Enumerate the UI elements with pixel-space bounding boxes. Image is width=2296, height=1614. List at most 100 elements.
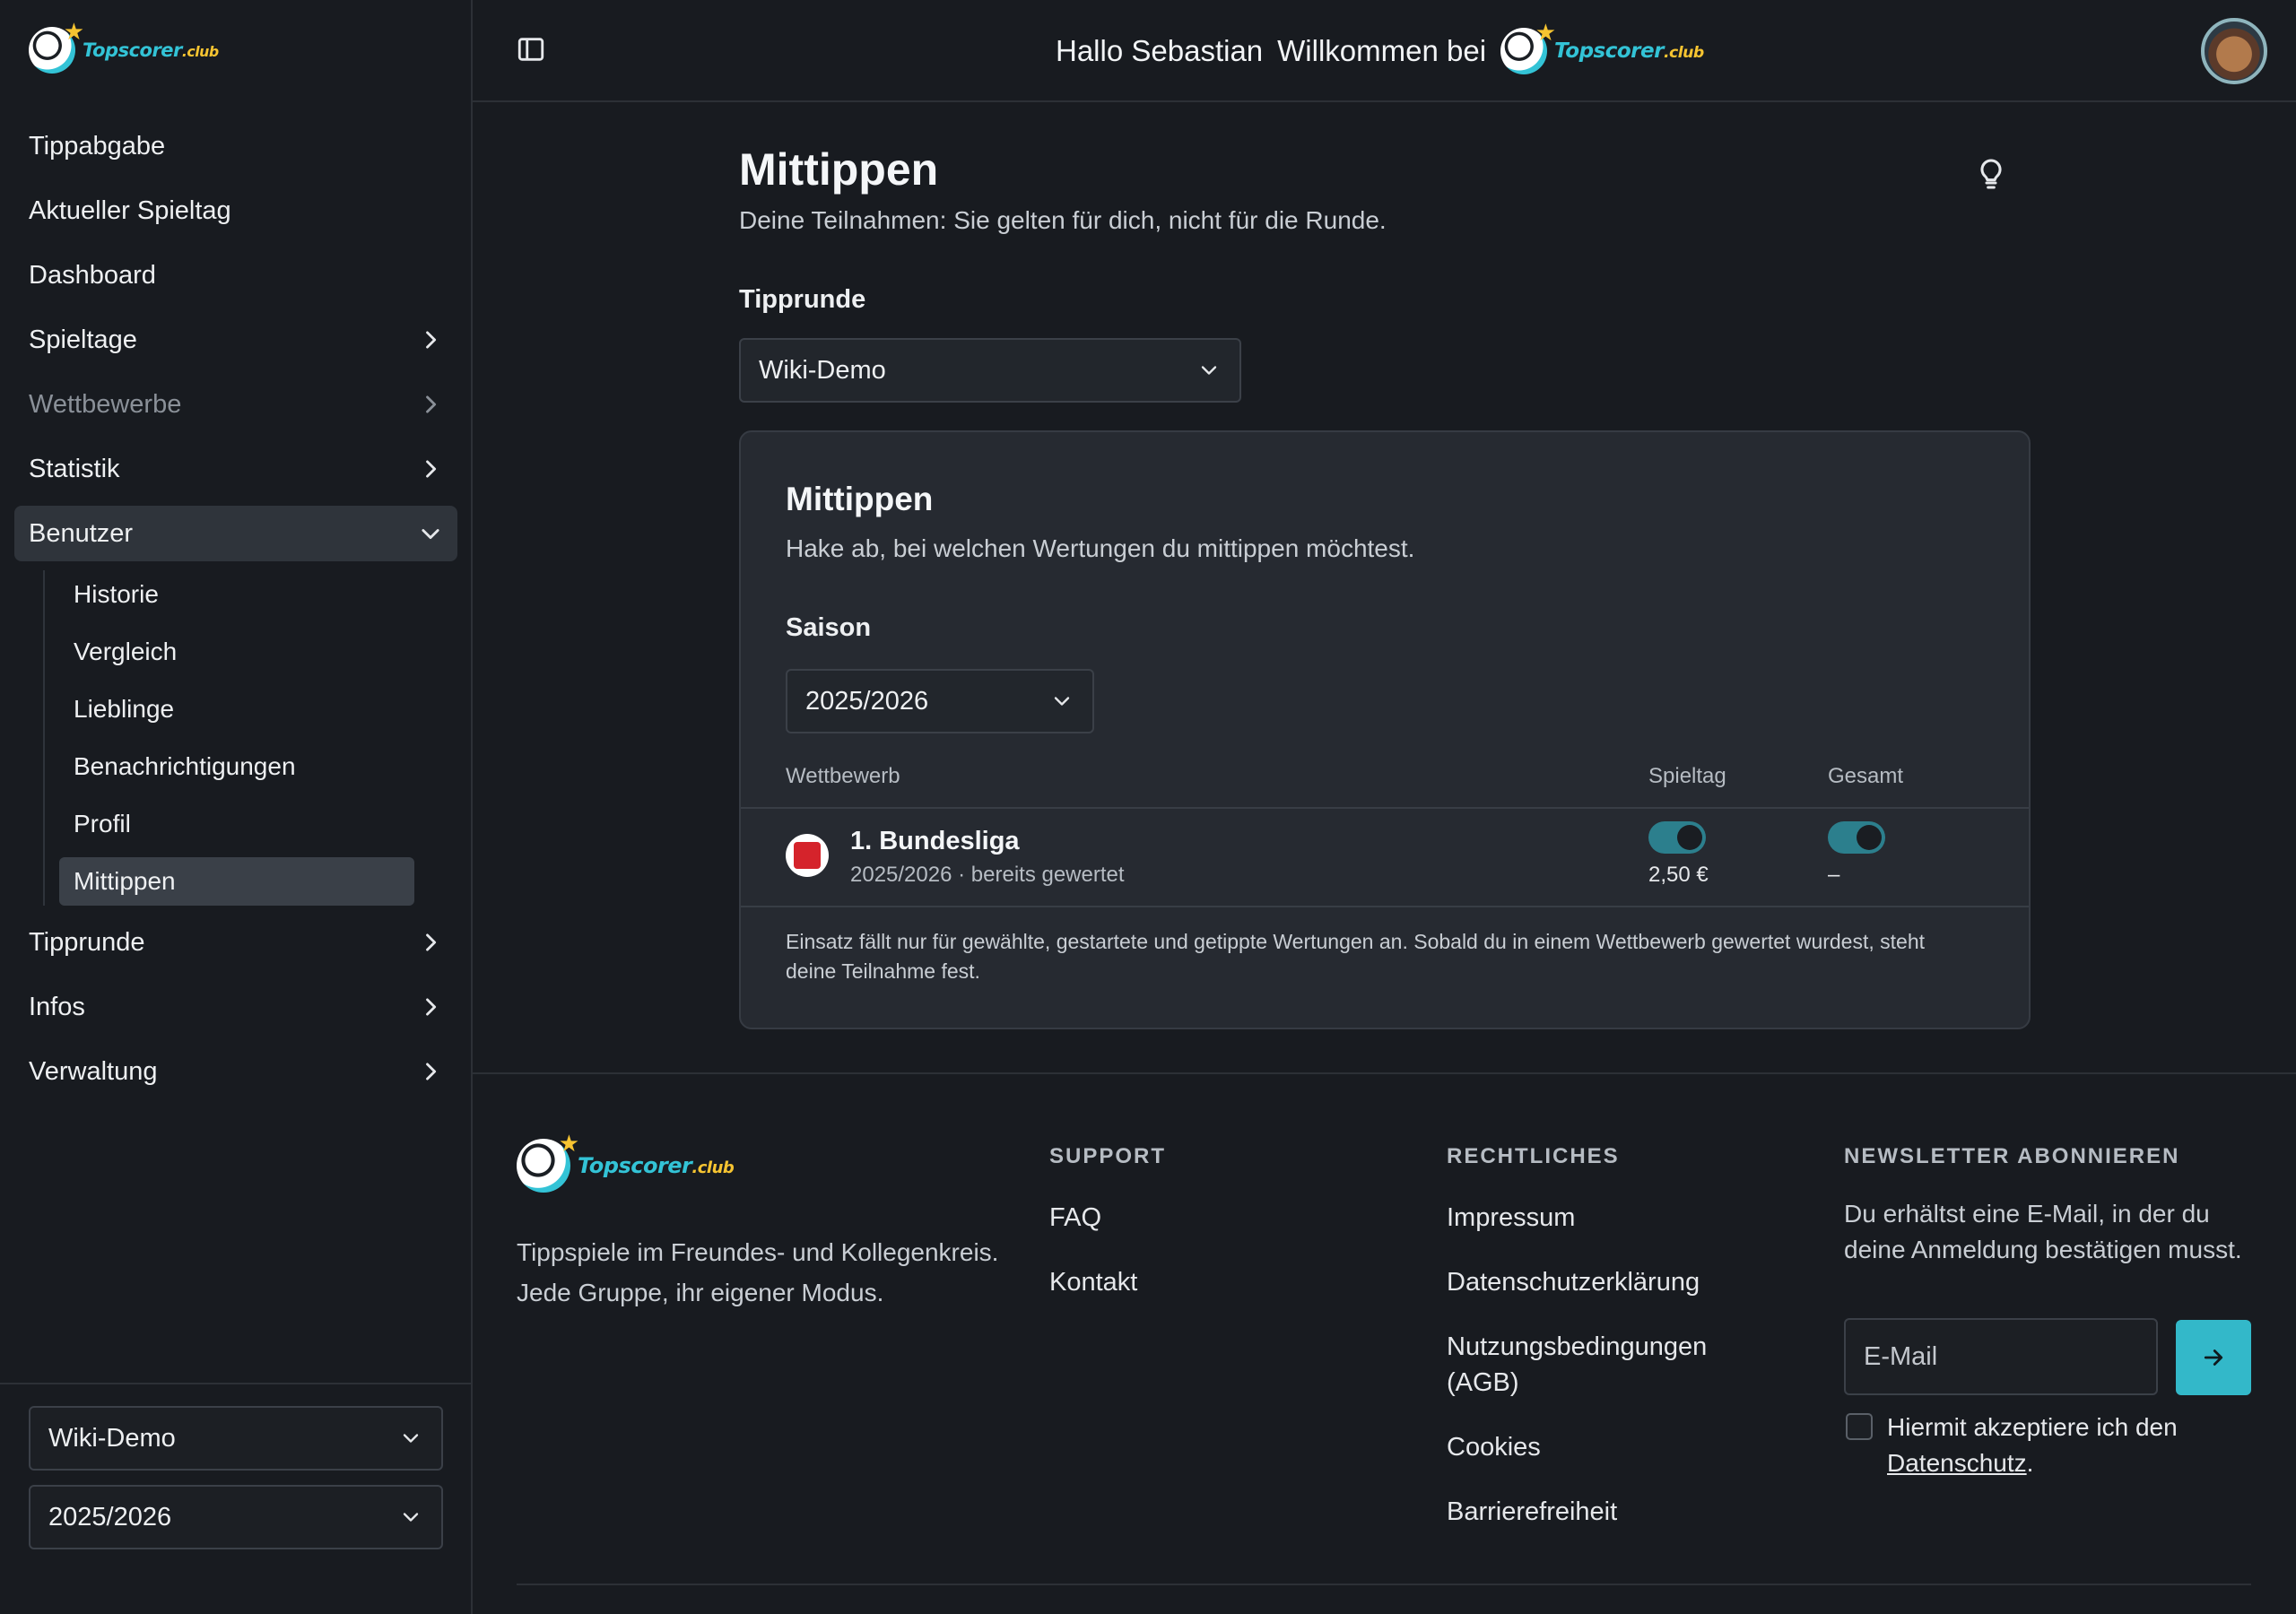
- sidebar-item-verwaltung[interactable]: Verwaltung: [14, 1044, 457, 1099]
- matchday-toggle[interactable]: [1648, 821, 1706, 854]
- welcome-text: Willkommen bei: [1277, 34, 1487, 67]
- footer-link-kontakt[interactable]: Kontakt: [1049, 1264, 1137, 1300]
- submenu-item-benachrichtigungen[interactable]: Benachrichtigungen: [59, 742, 414, 791]
- brand-logo[interactable]: ★ Topscorer.club: [29, 18, 219, 74]
- chevron-right-icon: [426, 331, 437, 349]
- sidebar-bottom-divider: [0, 1383, 471, 1384]
- footer-link-barrierefreiheit[interactable]: Barrierefreiheit: [1447, 1494, 1617, 1530]
- season-select[interactable]: 2025/2026: [29, 1485, 443, 1549]
- total-stake: –: [1828, 863, 1840, 887]
- brand-name: Topscorer: [1554, 39, 1664, 63]
- sidebar-item-label: Dashboard: [29, 260, 156, 290]
- soccer-ball-icon: ★: [1500, 19, 1556, 74]
- footer-link-datenschutz[interactable]: Datenschutzerklärung: [1447, 1264, 1700, 1300]
- sidebar-item-label: Tipprunde: [29, 927, 145, 957]
- sidebar-item-label: Benutzer: [29, 518, 134, 548]
- sidebar-item-label: Verwaltung: [29, 1056, 158, 1086]
- newsletter-submit-button[interactable]: [2176, 1320, 2251, 1395]
- sidebar-toggle-icon[interactable]: [516, 34, 546, 65]
- footer-link-cookies[interactable]: Cookies: [1447, 1429, 1541, 1465]
- competition-name: 1. Bundesliga: [850, 827, 1020, 855]
- brand-suffix: .club: [1663, 44, 1704, 62]
- submenu-item-label: Vergleich: [74, 638, 178, 665]
- season-field-label: Saison: [786, 613, 872, 642]
- top-header: Hallo Sebastian Willkommen bei ★ Topscor…: [473, 0, 2296, 102]
- sidebar-item-tipprunde[interactable]: Tipprunde: [14, 915, 457, 970]
- sidebar-item-benutzer[interactable]: Benutzer: [14, 506, 457, 561]
- sidebar-item-label: Spieltage: [29, 325, 137, 354]
- page-subtitle: Deine Teilnahmen: Sie gelten für dich, n…: [739, 206, 1387, 234]
- card-title: Mittippen: [786, 481, 934, 517]
- sidebar-item-spieltage[interactable]: Spieltage: [14, 312, 457, 368]
- submenu-item-label: Historie: [74, 580, 159, 608]
- brand-name: Topscorer: [578, 1153, 692, 1178]
- submenu-item-label: Benachrichtigungen: [74, 752, 296, 780]
- submenu-item-label: Profil: [74, 810, 131, 837]
- submenu-item-profil[interactable]: Profil: [59, 800, 414, 848]
- sidebar-item-label: Statistik: [29, 454, 120, 483]
- footer-description: Tippspiele im Freundes- und Kollegenkrei…: [517, 1238, 999, 1306]
- footer-heading-legal: RECHTLICHES: [1447, 1144, 1620, 1168]
- privacy-link[interactable]: Datenschutz: [1887, 1449, 2027, 1477]
- submenu-item-lieblinge[interactable]: Lieblinge: [59, 685, 414, 733]
- welcome-greeting: Hallo Sebastian Willkommen bei ★ Topscor…: [1056, 19, 1704, 79]
- footer-heading-newsletter: NEWSLETTER ABONNIEREN: [1844, 1144, 2180, 1168]
- round-dropdown-value: Wiki-Demo: [759, 355, 886, 385]
- round-select[interactable]: Wiki-Demo: [29, 1406, 443, 1471]
- newsletter-text: Du erhältst eine E-Mail, in der du deine…: [1844, 1200, 2242, 1263]
- footer-divider: [473, 1072, 2296, 1074]
- submenu-item-mittippen[interactable]: Mittippen: [59, 857, 414, 906]
- chevron-right-icon: [426, 933, 437, 951]
- round-field-label: Tipprunde: [739, 285, 866, 314]
- privacy-consent-label: Hiermit akzeptiere ich den Datenschutz.: [1887, 1410, 2246, 1481]
- chevron-right-icon: [426, 1063, 437, 1080]
- brand-logo[interactable]: ★ Topscorer.club: [1500, 19, 1704, 74]
- brand-suffix: .club: [691, 1158, 735, 1177]
- table-row-divider: [741, 906, 2029, 907]
- footer-link-impressum[interactable]: Impressum: [1447, 1200, 1575, 1236]
- newsletter-email-input[interactable]: [1844, 1318, 2158, 1395]
- submenu-item-label: Mittippen: [74, 867, 176, 895]
- sidebar-item-label: Tippabgabe: [29, 131, 166, 161]
- sidebar-item-wettbewerbe[interactable]: Wettbewerbe: [14, 377, 457, 432]
- matchday-stake: 2,50 €: [1648, 863, 1709, 887]
- footer-link-faq[interactable]: FAQ: [1049, 1200, 1101, 1236]
- lightbulb-icon[interactable]: [1973, 154, 2009, 194]
- brand-suffix: .club: [181, 43, 219, 60]
- footer-link-agb[interactable]: Nutzungsbedingungen (AGB): [1447, 1329, 1734, 1401]
- chevron-down-icon: [403, 1434, 419, 1443]
- soccer-ball-icon: ★: [29, 18, 84, 74]
- sidebar-item-statistik[interactable]: Statistik: [14, 441, 457, 497]
- season-dropdown-value: 2025/2026: [805, 686, 929, 716]
- footer-heading-support: SUPPORT: [1049, 1144, 1167, 1168]
- user-avatar[interactable]: [2201, 18, 2267, 84]
- round-select-value: Wiki-Demo: [48, 1423, 176, 1453]
- sidebar-nav: Tippabgabe Aktueller Spieltag Dashboard …: [14, 118, 457, 1108]
- consent-suffix: .: [2026, 1449, 2034, 1477]
- bundesliga-logo-icon: [786, 834, 829, 877]
- chevron-down-icon: [403, 1513, 419, 1522]
- submenu-item-historie[interactable]: Historie: [59, 570, 414, 619]
- benutzer-submenu: Historie Vergleich Lieblinge Benachricht…: [43, 570, 457, 906]
- chevron-right-icon: [426, 460, 437, 478]
- greeting-text: Hallo Sebastian: [1056, 34, 1264, 67]
- total-toggle[interactable]: [1828, 821, 1885, 854]
- sidebar-item-label: Infos: [29, 992, 85, 1021]
- sidebar-item-label: Aktueller Spieltag: [29, 195, 231, 225]
- consent-text: Hiermit akzeptiere ich den: [1887, 1413, 2178, 1441]
- submenu-item-vergleich[interactable]: Vergleich: [59, 628, 414, 676]
- competition-meta: 2025/2026 · bereits gewertet: [850, 863, 1125, 887]
- chevron-down-icon: [422, 529, 439, 540]
- sidebar-item-aktueller-spieltag[interactable]: Aktueller Spieltag: [14, 183, 457, 239]
- season-dropdown[interactable]: 2025/2026: [786, 669, 1094, 733]
- chevron-down-icon: [1201, 366, 1217, 375]
- privacy-consent-checkbox[interactable]: [1846, 1413, 1873, 1440]
- column-header-total: Gesamt: [1828, 764, 1904, 788]
- chevron-down-icon: [1054, 697, 1070, 706]
- round-dropdown[interactable]: Wiki-Demo: [739, 338, 1241, 403]
- footer-brand-logo[interactable]: ★ Topscorer.club: [517, 1130, 735, 1193]
- sidebar-item-infos[interactable]: Infos: [14, 979, 457, 1035]
- sidebar-item-dashboard[interactable]: Dashboard: [14, 247, 457, 303]
- sidebar-item-label: Wettbewerbe: [29, 389, 182, 419]
- sidebar-item-tippabgabe[interactable]: Tippabgabe: [14, 118, 457, 174]
